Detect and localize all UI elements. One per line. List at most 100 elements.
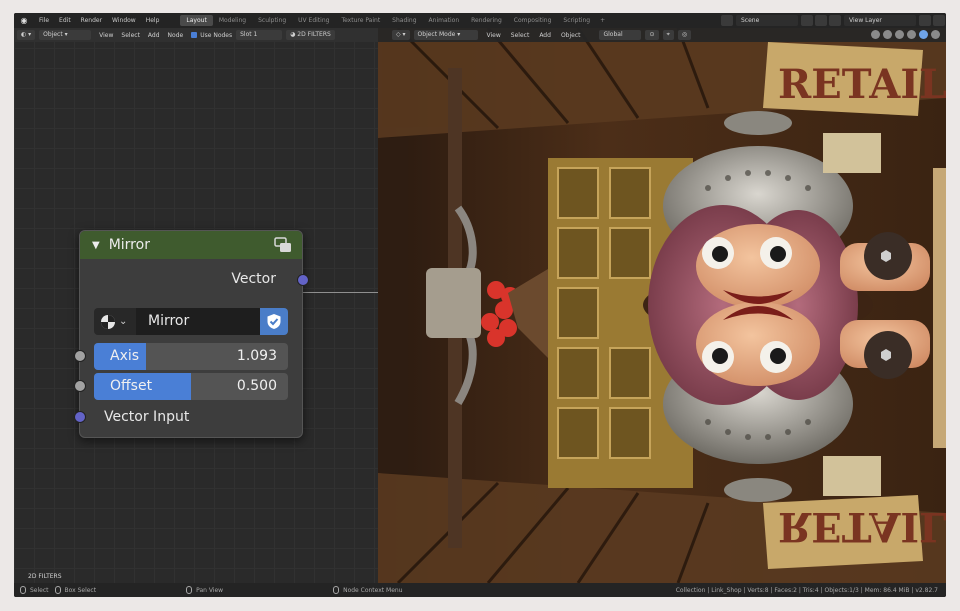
- retail-sign-top: RETAIL: [763, 42, 946, 116]
- tab-uv-editing[interactable]: UV Editing: [292, 15, 335, 26]
- view-layer-copy-icon[interactable]: [919, 15, 931, 26]
- view-layer-delete-icon[interactable]: [933, 15, 945, 26]
- axis-value: 1.093: [236, 348, 277, 364]
- 3d-viewport[interactable]: RETAIL RETAIL ◇ ▾ Object Mode ▾ View Sel…: [378, 28, 946, 583]
- viewport-render: RETAIL RETAIL: [378, 28, 946, 583]
- scene-delete-icon[interactable]: [815, 15, 827, 26]
- status-context-menu-label: Node Context Menu: [343, 586, 403, 594]
- fake-user-button[interactable]: [260, 308, 288, 335]
- status-select: Select: [20, 586, 49, 594]
- status-bar: Select Box Select Pan View Node Context …: [14, 583, 946, 597]
- menu-edit[interactable]: Edit: [54, 17, 76, 24]
- offset-label: Offset: [110, 378, 153, 394]
- menu-select[interactable]: Select: [117, 32, 144, 39]
- datablock-name-field[interactable]: Mirror: [136, 308, 260, 335]
- chevron-down-icon: ⌄: [119, 316, 128, 327]
- material-shading-icon[interactable]: [919, 30, 928, 39]
- topbar-right: Scene View Layer: [720, 13, 946, 28]
- transform-orientation-dropdown[interactable]: Global: [599, 30, 642, 40]
- editor-type-button[interactable]: ◐ ▾: [17, 30, 36, 40]
- offset-slider[interactable]: Offset 0.500: [94, 373, 288, 400]
- viewport-menu-select[interactable]: Select: [506, 32, 535, 39]
- tab-animation[interactable]: Animation: [423, 15, 466, 26]
- scene-field[interactable]: Scene: [736, 15, 798, 26]
- node-editor-header: ◐ ▾ Object ▾ View Select Add Node Use No…: [14, 28, 378, 42]
- menu-view[interactable]: View: [95, 32, 117, 39]
- add-workspace-icon[interactable]: +: [596, 17, 609, 24]
- mouse-middle-icon: [186, 586, 193, 594]
- node-header[interactable]: ▼ Mirror: [80, 231, 302, 259]
- tab-sculpting[interactable]: Sculpting: [252, 15, 292, 26]
- blender-logo-icon[interactable]: ◉: [18, 15, 30, 27]
- node-title: Mirror: [108, 237, 150, 253]
- axis-label: Axis: [110, 348, 140, 364]
- menu-file[interactable]: File: [34, 17, 54, 24]
- pivot-point-button[interactable]: ⊙: [645, 30, 659, 40]
- menu-render[interactable]: Render: [76, 17, 107, 24]
- tab-compositing[interactable]: Compositing: [508, 15, 558, 26]
- mouse-drag-icon: [54, 586, 61, 594]
- viewport-menu-object[interactable]: Object: [556, 32, 586, 39]
- tab-scripting[interactable]: Scripting: [557, 15, 596, 26]
- menu-add[interactable]: Add: [144, 32, 164, 39]
- menu-help[interactable]: Help: [141, 17, 165, 24]
- mouse-left-icon: [20, 586, 26, 594]
- object-mode-label: Object: [43, 31, 63, 38]
- tab-rendering[interactable]: Rendering: [465, 15, 508, 26]
- mirror-node[interactable]: ▼ Mirror Vector ⌄ Mirror Axis 1.093 Offs…: [74, 230, 309, 438]
- tab-texture-paint[interactable]: Texture Paint: [335, 15, 386, 26]
- axis-input-socket[interactable]: [74, 350, 86, 362]
- collapse-arrow-icon[interactable]: ▼: [92, 240, 100, 251]
- overlay-icon[interactable]: [871, 30, 880, 39]
- status-pan-view: Pan View: [186, 586, 223, 594]
- snap-button[interactable]: ⌖: [662, 30, 674, 40]
- tab-modeling[interactable]: Modeling: [213, 15, 252, 26]
- blender-window: ◉ File Edit Render Window Help Layout Mo…: [14, 13, 946, 597]
- xray-icon[interactable]: [883, 30, 892, 39]
- proportional-edit-button[interactable]: ◎: [677, 30, 692, 40]
- solid-shading-icon[interactable]: [907, 30, 916, 39]
- node-group-icon[interactable]: [274, 237, 292, 253]
- transform-orientation-label: Global: [603, 31, 623, 38]
- shield-icon: [267, 314, 281, 329]
- vector-input-socket[interactable]: [74, 411, 86, 423]
- rendered-shading-icon[interactable]: [931, 30, 940, 39]
- slot-dropdown[interactable]: Slot 1: [236, 30, 283, 40]
- mouse-right-icon: [333, 586, 340, 594]
- viewport-menu-add[interactable]: Add: [534, 32, 556, 39]
- menu-node[interactable]: Node: [164, 32, 188, 39]
- node-editor[interactable]: ◐ ▾ Object ▾ View Select Add Node Use No…: [14, 28, 378, 583]
- filter-dropdown[interactable]: ◕ 2D FILTERS: [286, 30, 335, 40]
- scene-icon[interactable]: [721, 15, 733, 26]
- axis-slider[interactable]: Axis 1.093: [94, 343, 288, 370]
- datablock-browse-button[interactable]: ⌄: [94, 308, 136, 335]
- retail-sign-bottom: RETAIL: [763, 495, 946, 569]
- node-tree-icon: [101, 314, 115, 329]
- datablock-selector: ⌄ Mirror: [94, 308, 288, 335]
- object-mode-dropdown[interactable]: Object ▾: [39, 30, 92, 40]
- viewport-header: ◇ ▾ Object Mode ▾ View Select Add Object…: [378, 28, 946, 42]
- checkbox-checked-icon: [191, 31, 198, 38]
- vector-input-label: Vector Input: [104, 409, 190, 425]
- retail-sign-text-bottom: RETAIL: [778, 503, 946, 550]
- area-label: 2D FILTERS: [28, 573, 62, 580]
- output-vector-label: Vector: [231, 271, 276, 287]
- tab-shading[interactable]: Shading: [386, 15, 422, 26]
- retail-sign-text-top: RETAIL: [778, 61, 946, 108]
- view-layer-field[interactable]: View Layer: [844, 15, 916, 26]
- viewport-menu-view[interactable]: View: [482, 32, 506, 39]
- viewport-shading-icons: [868, 30, 940, 39]
- scene-copy-icon[interactable]: [801, 15, 813, 26]
- output-vector-socket[interactable]: [297, 274, 309, 286]
- slot-label: Slot 1: [240, 31, 258, 38]
- object-mode-select[interactable]: Object Mode ▾: [413, 30, 478, 40]
- view-layer-icon[interactable]: [829, 15, 841, 26]
- tab-layout[interactable]: Layout: [180, 15, 213, 26]
- use-nodes-checkbox[interactable]: Use Nodes: [187, 31, 236, 39]
- top-bar: ◉ File Edit Render Window Help Layout Mo…: [14, 13, 946, 28]
- offset-input-socket[interactable]: [74, 380, 86, 392]
- scene-statistics: Collection | Link_Shop | Verts:8 | Faces…: [675, 587, 938, 594]
- menu-window[interactable]: Window: [107, 17, 141, 24]
- wireframe-shading-icon[interactable]: [895, 30, 904, 39]
- viewport-editor-type-button[interactable]: ◇ ▾: [392, 30, 410, 40]
